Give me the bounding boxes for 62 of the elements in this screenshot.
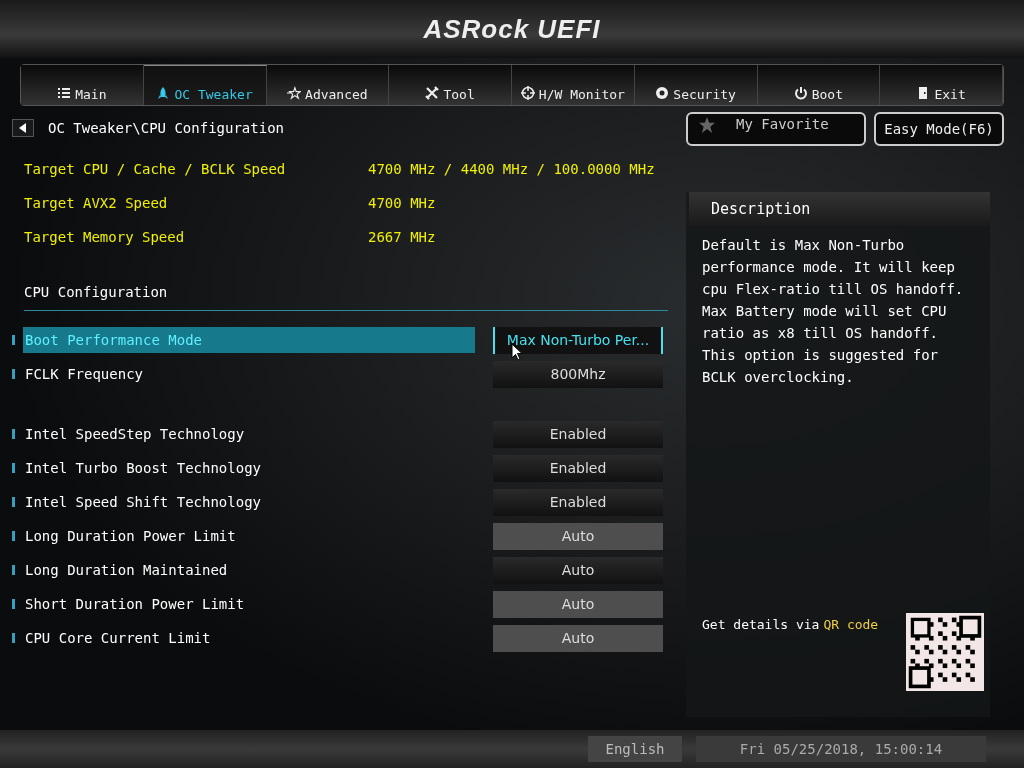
rocket-icon (156, 86, 171, 100)
tab[interactable]: Exit (880, 65, 1003, 105)
tab[interactable]: H/W Monitor (512, 65, 635, 105)
item-marker-icon (12, 599, 15, 609)
date-time: Fri 05/25/2018, 15:00:14 (696, 736, 986, 762)
tab[interactable]: Main (21, 65, 144, 105)
setting-label[interactable]: Long Duration Maintained (23, 557, 475, 583)
setting-label[interactable]: CPU Core Current Limit (23, 625, 475, 651)
item-marker-icon (12, 497, 15, 507)
dropdown[interactable]: Auto (493, 556, 663, 584)
favorite-button[interactable]: My Favorite (686, 112, 866, 146)
back-button[interactable] (12, 119, 34, 137)
target-label: Target AVX2 Speed (24, 195, 169, 211)
target-label: Target CPU / Cache / BCLK Speed (24, 161, 287, 177)
power-icon (793, 86, 808, 100)
tab[interactable]: Advanced (266, 65, 390, 105)
setting-label[interactable]: Long Duration Power Limit (23, 523, 475, 549)
tab[interactable]: OC Tweaker (143, 65, 267, 105)
logo: ASRock UEFI (423, 13, 601, 45)
setting-label[interactable]: Short Duration Power Limit (23, 591, 475, 617)
dropdown[interactable]: Enabled (493, 420, 663, 448)
item-marker-icon (12, 335, 15, 345)
setting-label[interactable]: Intel SpeedStep Technology (23, 421, 475, 447)
crosshair-icon (520, 86, 535, 100)
star-icon (287, 86, 302, 100)
wrench-icon (425, 86, 440, 100)
setting-label[interactable]: FCLK Frequency (23, 361, 475, 387)
item-marker-icon (12, 565, 15, 575)
tab[interactable]: Security (634, 65, 758, 105)
target-value: 2667 MHz (368, 229, 436, 245)
target-value: 4700 MHz / 4400 MHz / 100.0000 MHz (368, 161, 655, 177)
setting-label[interactable]: Intel Turbo Boost Technology (23, 455, 475, 481)
target-value: 4700 MHz (368, 195, 436, 211)
item-marker-icon (12, 463, 15, 473)
item-marker-icon (12, 531, 15, 541)
dropdown[interactable]: Enabled (493, 488, 663, 516)
value-field[interactable]: Auto (493, 624, 663, 652)
mouse-cursor-icon (511, 343, 523, 361)
qr-hint: Get details via (702, 617, 820, 632)
item-marker-icon (12, 369, 15, 379)
star-icon (698, 116, 716, 134)
setting-label[interactable]: Intel Speed Shift Technology (23, 489, 475, 515)
dropdown[interactable]: Max Non-Turbo Per... (493, 326, 663, 354)
tab[interactable]: Boot (757, 65, 881, 105)
easy-mode-button[interactable]: Easy Mode(F6) (874, 112, 1004, 146)
value-field[interactable]: Auto (493, 522, 663, 550)
section-title: CPU Configuration (23, 283, 169, 302)
tab[interactable]: Tool (389, 65, 512, 105)
setting-label[interactable]: Boot Performance Mode (23, 327, 475, 353)
list-icon (57, 86, 72, 100)
dropdown[interactable]: Enabled (493, 454, 663, 482)
value-field[interactable]: Auto (493, 590, 663, 618)
item-marker-icon (12, 429, 15, 439)
language-button[interactable]: English (588, 736, 682, 762)
dropdown[interactable]: 800Mhz (493, 360, 663, 388)
left-arrow-icon (19, 123, 27, 133)
badge-icon (655, 86, 670, 100)
description-title: Description (686, 192, 990, 226)
item-marker-icon (12, 633, 15, 643)
description-text: Default is Max Non-Turbo performance mode. It will keep cpu Flex-ratio till OS handoff. Max Battery mode will set CPU ratio as x8 till OS handoff. This option is suggested for BCLK overclocking. (701, 236, 965, 387)
target-label: Target Memory Speed (24, 229, 186, 245)
breadcrumb: OC Tweaker\CPU Configuration (48, 120, 284, 136)
